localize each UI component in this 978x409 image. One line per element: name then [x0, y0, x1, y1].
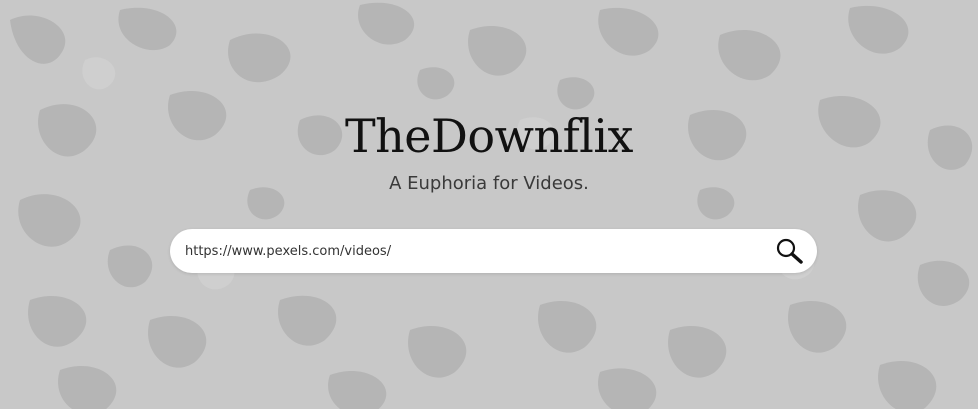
hero-section: TheDownflix A Euphoria for Videos. [0, 0, 978, 409]
site-tagline: A Euphoria for Videos. [389, 173, 589, 194]
site-title: TheDownflix [345, 109, 634, 163]
url-search-input[interactable] [185, 229, 765, 273]
search-icon [776, 238, 803, 264]
search-button[interactable] [775, 237, 805, 265]
search-bar [170, 229, 817, 273]
